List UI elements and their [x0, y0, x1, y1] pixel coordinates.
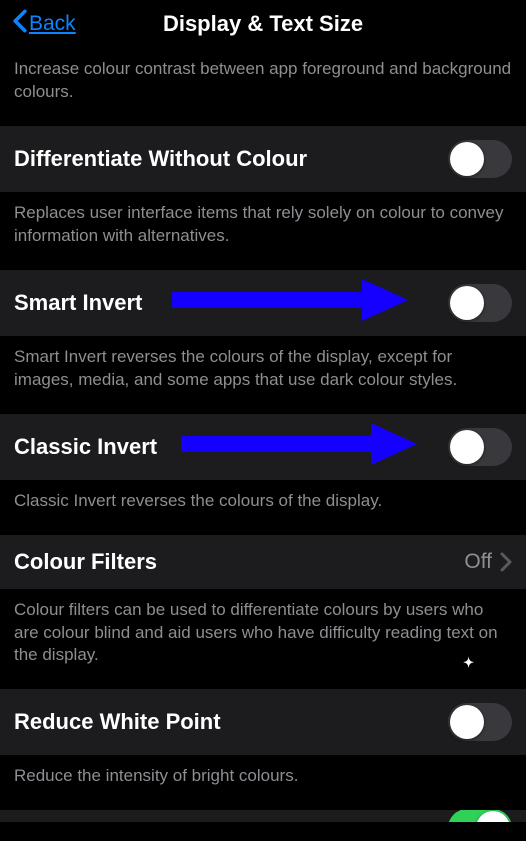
classic-invert-toggle[interactable] [448, 428, 512, 466]
nav-header: Back Display & Text Size [0, 0, 526, 48]
differentiate-label: Differentiate Without Colour [14, 146, 307, 172]
classic-invert-label: Classic Invert [14, 434, 157, 460]
colour-filters-footer-text: Colour filters can be used to differenti… [14, 600, 498, 665]
next-setting-toggle[interactable] [448, 810, 512, 822]
smart-invert-label: Smart Invert [14, 290, 142, 316]
plus-annotation-icon: ✦ [463, 654, 474, 672]
reduce-white-point-row[interactable]: Reduce White Point [0, 689, 526, 755]
reduce-white-point-toggle[interactable] [448, 703, 512, 741]
classic-invert-footer: Classic Invert reverses the colours of t… [0, 480, 526, 527]
page-title: Display & Text Size [163, 11, 363, 37]
reduce-white-point-footer: Reduce the intensity of bright colours. [0, 755, 526, 802]
back-button[interactable]: Back [12, 9, 76, 39]
differentiate-footer: Replaces user interface items that rely … [0, 192, 526, 262]
chevron-right-icon [500, 552, 512, 572]
colour-filters-footer: Colour filters can be used to differenti… [0, 589, 526, 682]
colour-filters-row[interactable]: Colour Filters Off [0, 535, 526, 589]
arrow-annotation-icon [172, 279, 408, 321]
back-label: Back [29, 12, 76, 36]
arrow-annotation-icon [181, 423, 417, 465]
next-setting-row[interactable] [0, 810, 526, 822]
smart-invert-row[interactable]: Smart Invert [0, 270, 526, 336]
smart-invert-footer: Smart Invert reverses the colours of the… [0, 336, 526, 406]
differentiate-without-colour-row[interactable]: Differentiate Without Colour [0, 126, 526, 192]
colour-filters-value: Off [464, 550, 492, 574]
smart-invert-toggle[interactable] [448, 284, 512, 322]
contrast-footer: Increase colour contrast between app for… [0, 48, 526, 118]
reduce-white-point-label: Reduce White Point [14, 709, 221, 735]
differentiate-toggle[interactable] [448, 140, 512, 178]
chevron-left-icon [12, 9, 28, 39]
colour-filters-label: Colour Filters [14, 549, 157, 575]
classic-invert-row[interactable]: Classic Invert [0, 414, 526, 480]
